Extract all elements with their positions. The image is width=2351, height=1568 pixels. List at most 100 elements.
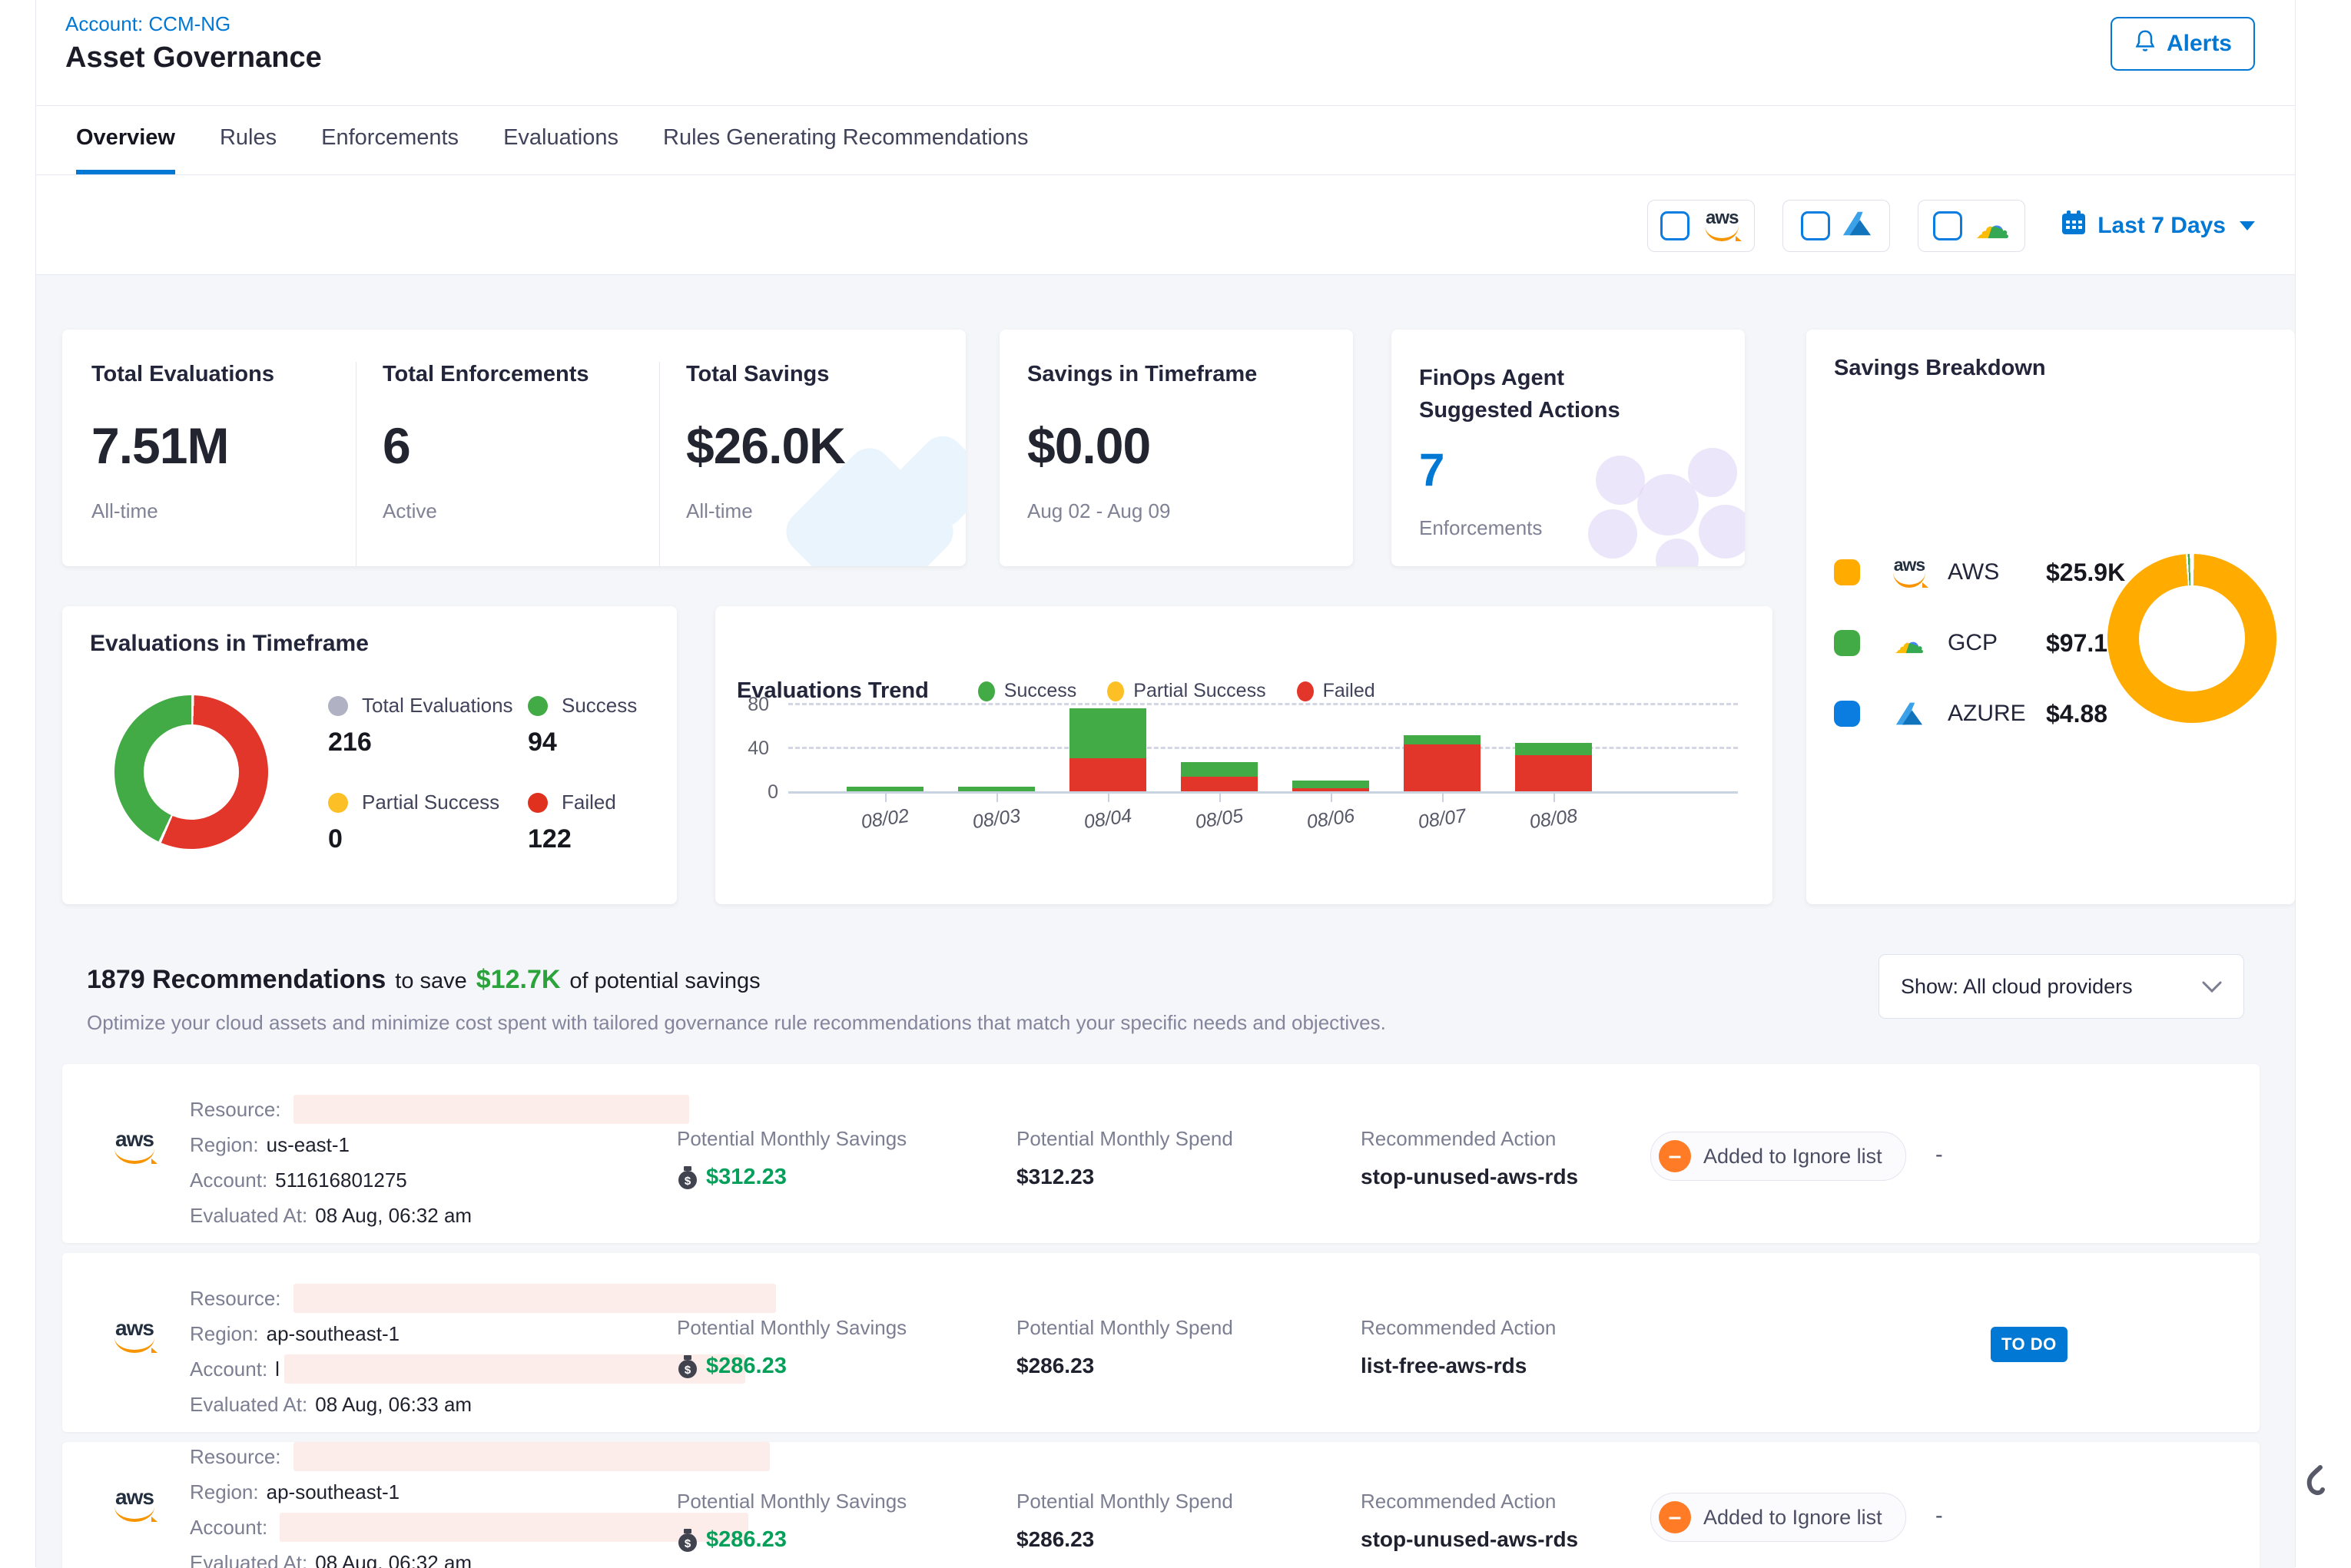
redacted-account-value xyxy=(284,1354,745,1384)
stat-title: Total Savings xyxy=(686,362,845,387)
recommended-action: Recommended Action list-free-aws-rds xyxy=(1361,1316,1556,1378)
card-title: Evaluations in Timeframe xyxy=(90,631,369,657)
spend-value: $312.23 xyxy=(1016,1165,1094,1188)
region-value: ap-southeast-1 xyxy=(267,1322,400,1346)
action-label: Recommended Action xyxy=(1361,1316,1556,1340)
legend-label: Failed xyxy=(562,791,616,814)
evaluations-trend-card: Evaluations Trend Success Partial Succes… xyxy=(715,606,1772,904)
stat-value: 6 xyxy=(383,416,636,475)
decorative-flower xyxy=(1596,456,1645,505)
gcp-checkbox[interactable] xyxy=(1933,211,1962,240)
tab-rules[interactable]: Rules xyxy=(220,106,277,174)
recommendation-row[interactable]: aws Resource: Region:ap-southeast-1 Acco… xyxy=(62,1442,2260,1568)
potential-monthly-spend: Potential Monthly Spend $286.23 xyxy=(1016,1316,1233,1378)
card-title: FinOps Agent Suggested Actions xyxy=(1419,362,1680,426)
trend-bar-08/08 xyxy=(1515,743,1592,791)
recommendation-row[interactable]: aws Resource: Region:ap-southeast-1 Acco… xyxy=(62,1253,2260,1432)
stat-value: $26.0K xyxy=(686,416,845,475)
account-value: l xyxy=(275,1357,280,1381)
alerts-button[interactable]: Alerts xyxy=(2111,17,2255,71)
x-axis-label: 08/04 xyxy=(1061,802,1156,837)
trend-bar-08/03 xyxy=(958,787,1035,791)
azure-logo-icon xyxy=(1871,701,1948,726)
savings-label: Potential Monthly Savings xyxy=(677,1490,907,1513)
calendar-icon xyxy=(2061,210,2087,242)
decorative-flower xyxy=(1656,539,1699,566)
redacted-resource-value xyxy=(293,1095,689,1124)
region-value: ap-southeast-1 xyxy=(267,1480,400,1504)
x-axis-label: 08/06 xyxy=(1284,802,1378,837)
cloud-provider-filter-dropdown[interactable]: Show: All cloud providers xyxy=(1878,954,2244,1019)
legend-value: $4.88 xyxy=(2046,700,2107,728)
trend-bar-08/05 xyxy=(1181,762,1258,791)
bell-icon xyxy=(2134,28,2157,59)
filter-dropdown-label: Show: All cloud providers xyxy=(1901,975,2133,999)
region-label: Region: xyxy=(190,1322,259,1346)
legend-item-gcp: ☁ GCP $97.19 xyxy=(1834,622,2121,665)
region-label: Region: xyxy=(190,1480,259,1504)
legend-item-failed: Failed xyxy=(528,791,616,814)
filter-chip-azure[interactable] xyxy=(1782,200,1890,252)
redacted-resource-value xyxy=(293,1442,770,1471)
heading-text: to save xyxy=(395,969,467,994)
savings-label: Potential Monthly Savings xyxy=(677,1127,907,1151)
savings-in-timeframe-card: Savings in Timeframe $0.00 Aug 02 - Aug … xyxy=(1000,330,1353,566)
minus-circle-icon: – xyxy=(1659,1501,1691,1533)
stat-title: Total Evaluations xyxy=(91,362,333,387)
spend-value: $286.23 xyxy=(1016,1354,1094,1377)
spend-label: Potential Monthly Spend xyxy=(1016,1490,1233,1513)
svg-text:$: $ xyxy=(685,1537,691,1550)
decorative-flower xyxy=(1688,448,1737,497)
account-breadcrumb-link[interactable]: Account: CCM-NG xyxy=(65,12,230,36)
aws-logo-icon: aws xyxy=(1871,558,1948,588)
redacted-resource-value xyxy=(293,1284,776,1313)
action-label: Recommended Action xyxy=(1361,1127,1578,1151)
filter-chip-aws[interactable]: aws xyxy=(1647,200,1755,252)
gcp-logo-icon: ☁ xyxy=(1894,628,1925,658)
savings-label: Potential Monthly Savings xyxy=(677,1316,907,1340)
potential-monthly-savings: Potential Monthly Savings $$286.23 xyxy=(677,1490,907,1553)
date-range-label: Last 7 Days xyxy=(2097,213,2226,239)
aws-logo-icon: aws xyxy=(1702,211,1742,241)
legend-color-chip xyxy=(1834,559,1860,585)
x-axis-tick xyxy=(996,793,998,802)
spend-label: Potential Monthly Spend xyxy=(1016,1316,1233,1340)
status-label: Added to Ignore list xyxy=(1703,1506,1882,1530)
recommendation-row[interactable]: aws Resource: Region:us-east-1 Account:5… xyxy=(62,1064,2260,1243)
x-axis-label: 08/07 xyxy=(1395,802,1490,837)
aws-checkbox[interactable] xyxy=(1660,211,1689,240)
legend-label: GCP xyxy=(1948,630,2046,656)
stat-sublabel: All-time xyxy=(686,499,845,523)
date-range-picker[interactable]: Last 7 Days xyxy=(2061,210,2255,242)
tab-rules-generating-recommendations[interactable]: Rules Generating Recommendations xyxy=(663,106,1029,174)
legend-color-chip xyxy=(1834,630,1860,656)
tab-enforcements[interactable]: Enforcements xyxy=(321,106,459,174)
potential-savings-amount: $12.7K xyxy=(476,965,561,995)
overview-content: Total Evaluations 7.51M All-time Total E… xyxy=(36,274,2295,1568)
legend-dot xyxy=(528,696,548,716)
assignee-value: - xyxy=(1935,1142,1943,1168)
savings-breakdown-card: Savings Breakdown aws AWS $25.9K ☁ GCP $… xyxy=(1806,330,2295,904)
tab-overview[interactable]: Overview xyxy=(76,106,175,174)
tab-evaluations[interactable]: Evaluations xyxy=(503,106,618,174)
added-to-ignore-list-pill[interactable]: – Added to Ignore list xyxy=(1650,1132,1906,1181)
recommendations-subtitle: Optimize your cloud assets and minimize … xyxy=(87,1011,1386,1035)
evaluated-at-label: Evaluated At: xyxy=(190,1204,307,1228)
account-value: 511616801275 xyxy=(275,1169,407,1192)
potential-monthly-spend: Potential Monthly Spend $312.23 xyxy=(1016,1127,1233,1189)
savings-value: $312.23 xyxy=(706,1165,787,1190)
x-axis-label: 08/03 xyxy=(950,802,1044,837)
account-label: Account: xyxy=(190,1169,267,1192)
filter-chip-gcp[interactable]: ☁ xyxy=(1918,200,2025,252)
stat-total-enforcements: Total Enforcements 6 Active xyxy=(356,362,660,566)
legend-item-aws: aws AWS $25.9K xyxy=(1834,551,2125,594)
azure-checkbox[interactable] xyxy=(1801,211,1830,240)
x-axis-label: 08/08 xyxy=(1507,802,1601,837)
added-to-ignore-list-pill[interactable]: – Added to Ignore list xyxy=(1650,1493,1906,1542)
decorative-flower xyxy=(1637,474,1699,535)
minus-circle-icon: – xyxy=(1659,1140,1691,1172)
resource-label: Resource: xyxy=(190,1445,281,1469)
trend-bar-08/04 xyxy=(1069,708,1146,791)
legend-item-azure: AZURE $4.88 xyxy=(1834,692,2107,735)
legend-value: $25.9K xyxy=(2046,559,2125,587)
